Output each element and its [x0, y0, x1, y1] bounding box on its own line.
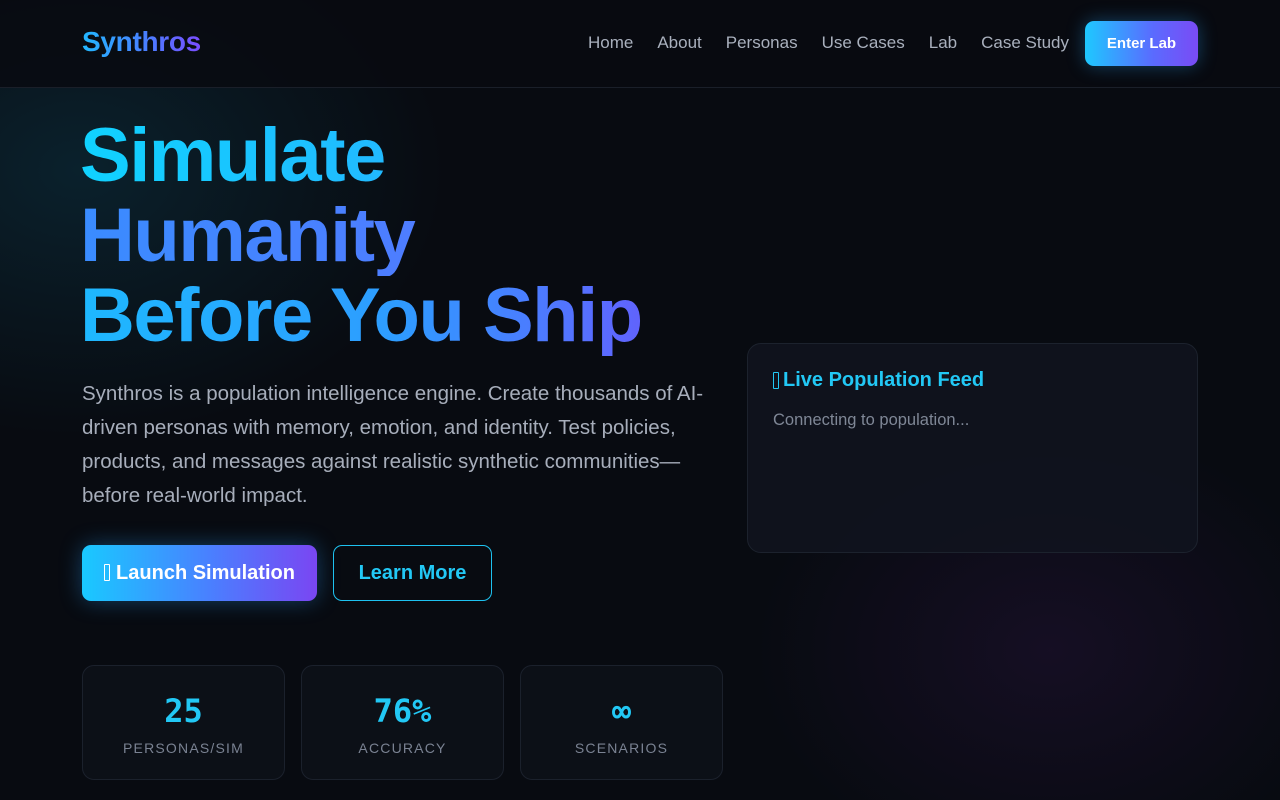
feed-title: Live Population Feed [773, 369, 984, 392]
stat-label: PERSONAS/SIM [123, 740, 244, 756]
nav-link-lab[interactable]: Lab [929, 33, 957, 53]
brand-logo[interactable]: Synthros [82, 26, 201, 58]
nav-links: Home About Personas Use Cases Lab Case S… [588, 33, 1069, 53]
hero-description: Synthros is a population intelligence en… [82, 382, 704, 507]
live-population-feed-card: Live Population Feed Connecting to popul… [747, 343, 1198, 553]
launch-simulation-label: Launch Simulation [116, 561, 295, 584]
nav-link-about[interactable]: About [657, 33, 701, 53]
stat-label: SCENARIOS [574, 740, 669, 756]
nav-link-personas[interactable]: Personas [726, 33, 798, 53]
feed-title-label: Live Population Feed [783, 369, 985, 391]
nav-link-home[interactable]: Home [588, 33, 633, 53]
hero-title-line-1: Simulate [80, 116, 780, 196]
hero-title-line-3: Before You Ship [80, 276, 780, 356]
stat-value: 76% [373, 692, 432, 730]
rocket-icon [104, 563, 111, 581]
stat-value: 25 [164, 692, 203, 730]
launch-simulation-button[interactable]: Launch Simulation [82, 545, 317, 601]
broadcast-icon [773, 372, 779, 389]
stat-card-accuracy: 76% ACCURACY [301, 665, 504, 780]
feed-status: Connecting to population... [773, 411, 970, 429]
top-navbar: Synthros Home About Personas Use Cases L… [0, 0, 1280, 88]
enter-lab-button[interactable]: Enter Lab [1085, 21, 1198, 66]
stat-card-scenarios: ∞ SCENARIOS [520, 665, 723, 780]
nav-link-case-study[interactable]: Case Study [981, 33, 1069, 53]
stat-card-personas: 25 PERSONAS/SIM [82, 665, 285, 780]
learn-more-button[interactable]: Learn More [333, 545, 492, 601]
hero-title: Simulate Humanity Before You Ship [80, 116, 780, 356]
stat-value: ∞ [611, 692, 632, 730]
hero-title-line-2: Humanity [80, 196, 780, 276]
nav-link-use-cases[interactable]: Use Cases [822, 33, 905, 53]
stat-label: ACCURACY [358, 740, 447, 756]
